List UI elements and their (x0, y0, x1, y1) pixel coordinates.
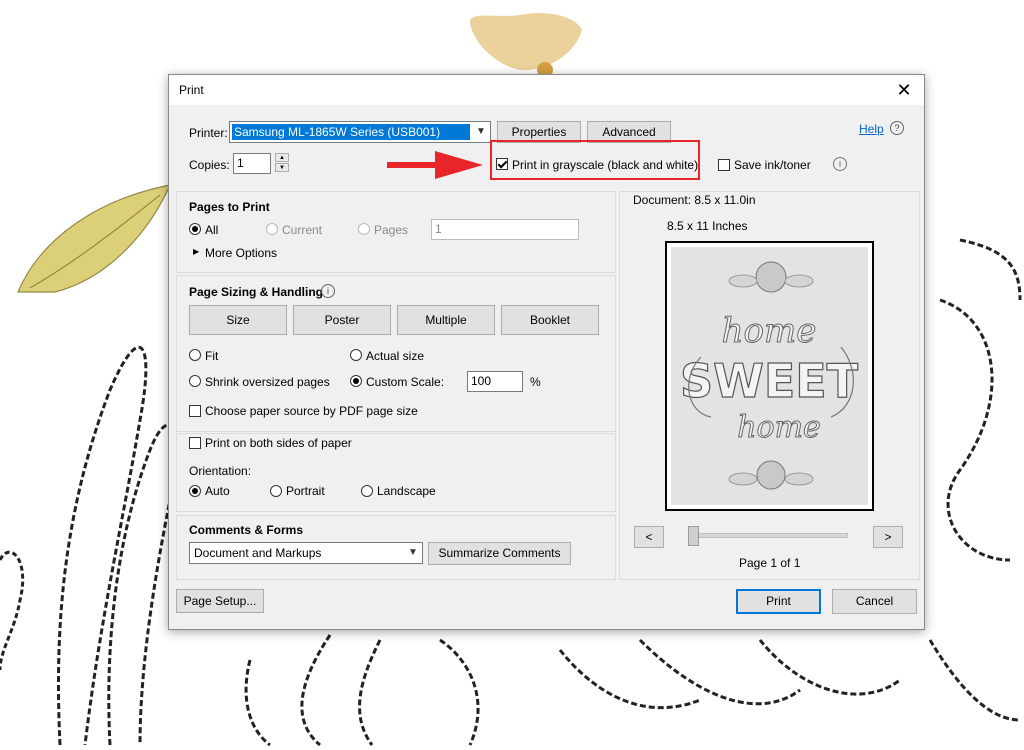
copies-down-icon[interactable]: ▼ (275, 163, 289, 172)
highlight-box-annotation (490, 140, 700, 180)
next-page-button[interactable]: > (873, 526, 903, 548)
title-bar: Print ✕ (169, 75, 924, 105)
save-ink-checkbox[interactable] (718, 159, 730, 171)
copies-label: Copies: (189, 158, 230, 172)
printer-select[interactable]: Samsung ML-1865W Series (USB001) ▼ (229, 121, 491, 143)
radio-shrink-label: Shrink oversized pages (205, 375, 330, 389)
info-icon[interactable]: i (833, 157, 847, 171)
preview-word-3: home (737, 410, 821, 445)
radio-all[interactable] (189, 223, 201, 235)
dialog-title: Print (179, 83, 204, 97)
radio-custom-scale-label: Custom Scale: (366, 375, 445, 389)
triangle-right-icon[interactable]: ▶ (193, 247, 199, 256)
page-slider-handle[interactable] (688, 526, 699, 546)
radio-fit[interactable] (189, 349, 201, 361)
printer-select-value: Samsung ML-1865W Series (USB001) (232, 124, 470, 140)
more-options-link[interactable]: More Options (205, 246, 277, 260)
radio-auto-label: Auto (205, 484, 230, 498)
preview-word-2: SWEET (680, 354, 859, 408)
both-sides-label: Print on both sides of paper (205, 436, 352, 450)
custom-scale-input[interactable]: 100 (467, 371, 523, 392)
percent-label: % (530, 375, 541, 389)
orientation-label: Orientation: (189, 464, 252, 478)
copies-input[interactable]: 1 (233, 153, 271, 174)
print-button[interactable]: Print (736, 589, 821, 614)
radio-custom-scale[interactable] (350, 375, 362, 387)
preview-word-1: home (722, 311, 817, 351)
radio-shrink[interactable] (189, 375, 201, 387)
help-link[interactable]: Help (859, 122, 884, 136)
previous-page-button[interactable]: < (634, 526, 664, 548)
paper-size-label: 8.5 x 11 Inches (667, 219, 748, 233)
info-icon[interactable]: i (321, 284, 335, 298)
page-slider-track[interactable] (689, 533, 848, 538)
multiple-tab-button[interactable]: Multiple (397, 305, 495, 335)
comments-select[interactable]: Document and Markups ▼ (189, 542, 423, 564)
radio-fit-label: Fit (205, 349, 219, 363)
radio-actual-size-label: Actual size (366, 349, 425, 363)
comments-select-value: Document and Markups (194, 546, 322, 560)
radio-pages-label: Pages (374, 223, 409, 237)
document-size-label: Document: 8.5 x 11.0in (633, 193, 756, 207)
size-tab-button[interactable]: Size (189, 305, 287, 335)
chevron-down-icon: ▼ (408, 547, 418, 558)
radio-actual-size[interactable] (350, 349, 362, 361)
comments-title: Comments & Forms (189, 523, 304, 537)
radio-pages[interactable] (358, 223, 370, 235)
radio-all-label: All (205, 223, 219, 237)
paper-source-checkbox[interactable] (189, 405, 201, 417)
radio-landscape[interactable] (361, 485, 373, 497)
page-setup-button[interactable]: Page Setup... (176, 589, 264, 613)
page-indicator: Page 1 of 1 (739, 556, 801, 570)
both-sides-checkbox[interactable] (189, 437, 201, 449)
chevron-down-icon: ▼ (476, 126, 486, 137)
red-arrow-annotation (387, 151, 483, 179)
preview-artwork: home SWEET home (671, 247, 868, 505)
paper-source-label: Choose paper source by PDF page size (205, 404, 418, 418)
pages-range-input[interactable]: 1 (431, 219, 579, 240)
close-icon[interactable]: ✕ (884, 75, 924, 105)
radio-auto[interactable] (189, 485, 201, 497)
copies-up-icon[interactable]: ▲ (275, 153, 289, 162)
radio-portrait-label: Portrait (286, 484, 325, 498)
pages-to-print-title: Pages to Print (189, 200, 270, 214)
page-sizing-title: Page Sizing & Handling (189, 285, 324, 299)
radio-portrait[interactable] (270, 485, 282, 497)
page-preview: home SWEET home (665, 241, 874, 511)
poster-tab-button[interactable]: Poster (293, 305, 391, 335)
printer-label: Printer: (189, 126, 228, 140)
summarize-comments-button[interactable]: Summarize Comments (428, 542, 571, 565)
help-icon[interactable]: ? (890, 121, 904, 135)
save-ink-label: Save ink/toner (734, 158, 811, 172)
print-dialog: Print ✕ Printer: Samsung ML-1865W Series… (168, 74, 925, 630)
radio-landscape-label: Landscape (377, 484, 436, 498)
cancel-button[interactable]: Cancel (832, 589, 917, 614)
booklet-tab-button[interactable]: Booklet (501, 305, 599, 335)
radio-current-label: Current (282, 223, 323, 237)
radio-current[interactable] (266, 223, 278, 235)
